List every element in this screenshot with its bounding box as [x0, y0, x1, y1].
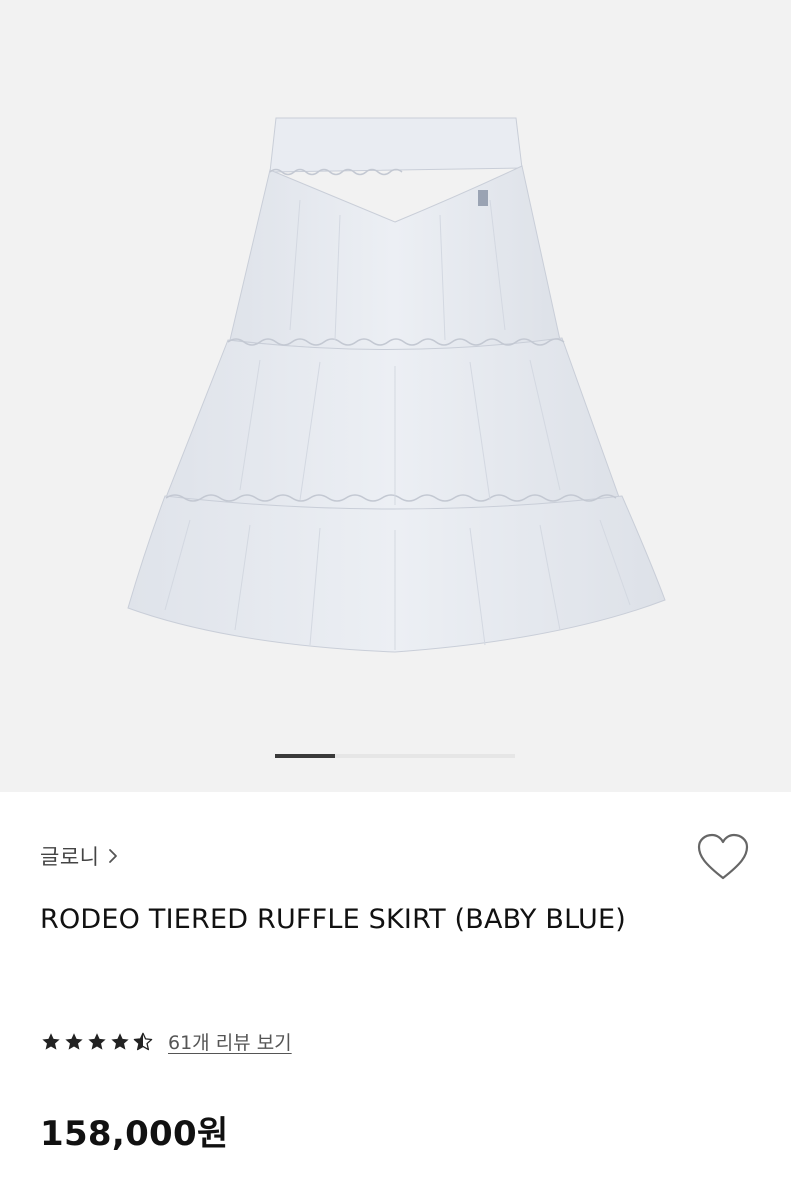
brand-link[interactable]: 글로니: [40, 841, 119, 871]
star-half-icon: [133, 1032, 153, 1050]
star-rating: [40, 1031, 154, 1053]
star-icon: [65, 1032, 83, 1050]
star-icon: [88, 1032, 106, 1050]
carousel-indicator: [275, 754, 515, 758]
product-image-gallery[interactable]: [0, 0, 791, 792]
product-price: 158,000원: [40, 1114, 229, 1154]
star-icon: [42, 1032, 60, 1050]
skirt-product-image: [127, 117, 666, 653]
carousel-indicator-active: [275, 754, 335, 758]
carousel-indicator-track: [335, 754, 515, 758]
rating-row: 61개 리뷰 보기: [40, 1028, 292, 1055]
review-link[interactable]: 61개 리뷰 보기: [168, 1028, 292, 1055]
product-info-section: 글로니 RODEO TIERED RUFFLE SKIRT (BABY BLUE…: [0, 792, 791, 1200]
star-icon: [111, 1032, 129, 1050]
brand-name: 글로니: [40, 845, 100, 869]
chevron-right-icon: [109, 849, 118, 863]
heart-outline-icon[interactable]: [695, 832, 751, 884]
product-title: RODEO TIERED RUFFLE SKIRT (BABY BLUE): [40, 904, 626, 935]
